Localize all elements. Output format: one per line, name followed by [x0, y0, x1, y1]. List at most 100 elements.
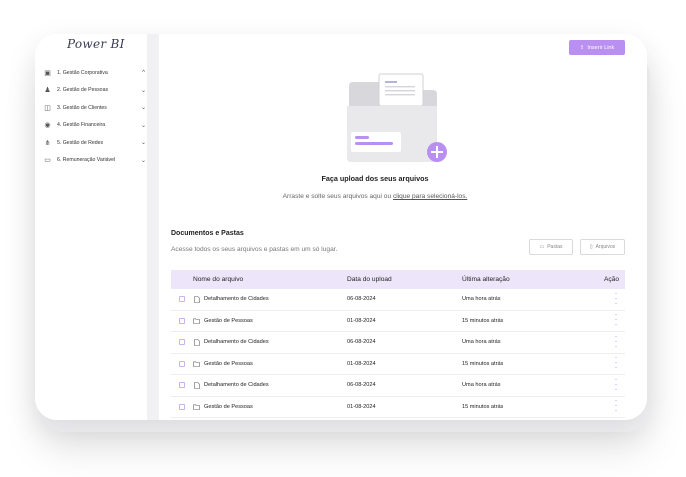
sidebar-nav: ▣ 1. Gestão Corporativa ^ ♟ 2. Gestão de Pes…: [43, 64, 147, 169]
row-checkbox[interactable]: [179, 403, 185, 410]
sidebar-divider: [147, 34, 159, 420]
sidebar-item[interactable]: ▣ 1. Gestão Corporativa ^: [43, 64, 147, 82]
sidebar-item[interactable]: ◉ 4. Gestão Financeira ⌄: [43, 117, 147, 135]
chevron-icon[interactable]: ^: [140, 70, 147, 76]
upload-icon: ⇪: [579, 44, 585, 51]
row-date: 01-08-2024: [347, 403, 376, 410]
row-check-cell: [171, 360, 193, 367]
header-action: Ação: [603, 276, 619, 283]
row-name: Gestão de Pessoas: [204, 360, 253, 367]
sidebar-item-label: 4. Gestão Financeira: [57, 122, 106, 129]
row-date: 06-08-2024: [347, 382, 376, 389]
row-modified: 15 minutos atrás: [462, 317, 504, 324]
sidebar-item-label: 3. Gestão de Clientes: [57, 104, 107, 111]
row-check-cell: [171, 339, 193, 346]
insert-link-button[interactable]: ⇪ Inserir Link: [569, 40, 625, 55]
row-modified: Uma hora atrás: [462, 296, 501, 303]
sidebar-item-label: 1. Gestão Corporativa: [57, 69, 108, 76]
sidebar-item[interactable]: ♟ 2. Gestão de Pessoas ⌄: [43, 82, 147, 100]
row-name-cell: Detalhamento de Cidades: [193, 338, 347, 346]
row-name-cell: Gestão de Pessoas: [193, 403, 347, 410]
kebab-menu-icon[interactable]: · · ·: [613, 353, 619, 372]
upload-subtitle-text: Arraste e solte seus arquivos aqui ou: [282, 193, 393, 200]
files-table: Nome do arquivo Data do upload Última al…: [171, 270, 625, 418]
upload-folder-illustration[interactable]: [345, 72, 449, 167]
sidebar-item[interactable]: ▭ 6. Remuneração Variável ⌄: [43, 152, 147, 170]
row-name-cell: Gestão de Pessoas: [193, 360, 347, 367]
documents-title: Documentos e Pastas: [171, 230, 244, 237]
row-modified: Uma hora atrás: [462, 382, 501, 389]
row-checkbox[interactable]: [179, 317, 185, 324]
kebab-menu-icon[interactable]: · · ·: [613, 396, 619, 415]
row-checkbox[interactable]: [179, 296, 185, 303]
kebab-menu-icon[interactable]: · · ·: [613, 374, 619, 393]
row-action-cell: · · ·: [582, 310, 625, 329]
chevron-icon[interactable]: ⌄: [140, 157, 147, 164]
row-date: 06-08-2024: [347, 339, 376, 346]
row-modified: 15 minutos atrás: [462, 360, 504, 367]
kebab-menu-icon[interactable]: · · ·: [613, 331, 619, 350]
table-row[interactable]: Gestão de Pessoas 01-08-2024 15 minutos at…: [171, 353, 625, 375]
building-icon: ▣: [44, 69, 51, 77]
chevron-icon[interactable]: ⌄: [140, 87, 147, 94]
table-row[interactable]: Detalhamento de Cidades 06-08-2024 Uma hor…: [171, 374, 625, 397]
sidebar-item-label: 2. Gestão de Pessoas: [57, 87, 109, 94]
kebab-menu-icon[interactable]: · · ·: [613, 288, 619, 307]
clients-icon: ◫: [44, 104, 51, 112]
folder-icon: ▭: [539, 244, 545, 250]
row-action-cell: · · ·: [582, 331, 625, 351]
sidebar: Power BI ▣ 1. Gestão Corporativa ^ ♟ 2. Gest…: [35, 34, 147, 420]
row-name: Detalhamento de Cidades: [204, 382, 269, 389]
header-modified: Última alteração: [462, 276, 510, 283]
table-row[interactable]: Detalhamento de Cidades 06-08-2024 Uma hor…: [171, 288, 625, 311]
chevron-icon[interactable]: ⌄: [140, 139, 147, 146]
main-content: ⇪ Inserir Link Faça upload dos seus arqu…: [159, 34, 647, 420]
row-name-cell: Detalhamento de Cidades: [193, 295, 347, 303]
table-row[interactable]: Gestão de Pessoas 01-08-2024 15 minutos at…: [171, 310, 625, 332]
filter-folders-button[interactable]: ▭ Pastas: [529, 239, 573, 255]
filter-files-label: Arquivos: [595, 244, 616, 250]
row-action-cell: · · ·: [582, 353, 625, 372]
row-name: Detalhamento de Cidades: [204, 296, 269, 303]
row-checkbox[interactable]: [179, 382, 185, 389]
upload-title: Faça upload dos seus arquivos: [321, 174, 429, 183]
filter-files-button[interactable]: ▯ Arquivos: [580, 239, 625, 255]
header-date: Data do upload: [347, 276, 392, 283]
file-icon: [193, 295, 200, 303]
upload-subtitle: Arraste e solte seus arquivos aqui ou cl…: [159, 193, 591, 200]
chevron-icon[interactable]: ⌄: [140, 122, 147, 129]
row-modified: Uma hora atrás: [462, 339, 501, 346]
header-name: Nome do arquivo: [193, 276, 244, 283]
table-row[interactable]: Gestão de Pessoas 01-08-2024 15 minutos at…: [171, 396, 625, 418]
people-icon: ♟: [44, 87, 51, 95]
filter-folders-label: Pastas: [547, 244, 563, 250]
folder-icon: [193, 403, 200, 410]
sidebar-item[interactable]: ⋔ 5. Gestão de Redes ⌄: [43, 134, 147, 152]
stage: Power BI ▣ 1. Gestão Corporativa ^ ♟ 2. Gest…: [0, 0, 686, 477]
table-row[interactable]: Detalhamento de Cidades 06-08-2024 Uma hor…: [171, 331, 625, 354]
row-name: Gestão de Pessoas: [204, 403, 253, 410]
row-date: 01-08-2024: [347, 317, 376, 324]
row-name-cell: Detalhamento de Cidades: [193, 381, 347, 389]
select-files-link[interactable]: clique para selecioná-los.: [393, 193, 467, 200]
row-checkbox[interactable]: [179, 360, 185, 367]
folder-icon: [193, 360, 200, 367]
row-date: 01-08-2024: [347, 360, 376, 367]
chevron-icon[interactable]: ⌄: [140, 104, 147, 111]
sidebar-item-label: 6. Remuneração Variável: [57, 157, 116, 164]
row-action-cell: · · ·: [582, 288, 625, 308]
insert-link-label: Inserir Link: [587, 44, 615, 51]
app-window: Power BI ▣ 1. Gestão Corporativa ^ ♟ 2. Gest…: [35, 34, 647, 420]
kebab-menu-icon[interactable]: · · ·: [613, 310, 619, 329]
folder-icon: [193, 317, 200, 324]
app-logo: Power BI: [67, 37, 125, 51]
row-checkbox[interactable]: [179, 339, 185, 346]
wallet-icon: ▭: [44, 157, 51, 165]
sidebar-item[interactable]: ◫ 3. Gestão de Clientes ⌄: [43, 99, 147, 117]
file-icon: ▯: [589, 244, 593, 250]
sidebar-item-label: 5. Gestão de Redes: [57, 139, 104, 146]
table-body: Detalhamento de Cidades 06-08-2024 Uma hor…: [171, 288, 625, 418]
row-check-cell: [171, 317, 193, 324]
row-date: 06-08-2024: [347, 296, 376, 303]
table-header: Nome do arquivo Data do upload Última al…: [171, 270, 625, 289]
